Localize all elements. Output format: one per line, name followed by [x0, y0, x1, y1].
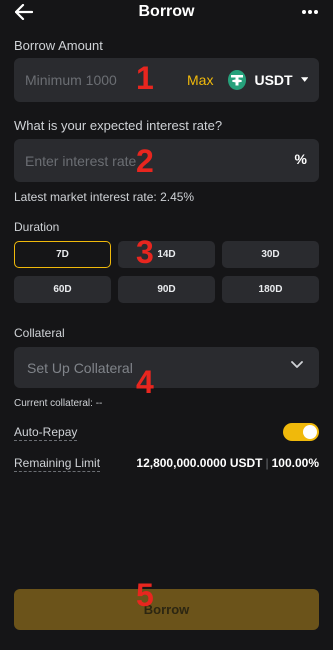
percent-unit: %	[294, 151, 307, 167]
caret-down-icon	[300, 77, 308, 82]
remaining-limit-label: Remaining Limit	[14, 456, 101, 472]
collateral-placeholder: Set Up Collateral	[27, 360, 133, 376]
auto-repay-toggle[interactable]	[283, 423, 319, 441]
interest-rate-input[interactable]	[25, 139, 185, 182]
duration-option-30d[interactable]: 30D	[222, 241, 319, 268]
auto-repay-label-text: Auto-Repay	[14, 425, 78, 441]
page-title: Borrow	[138, 3, 195, 20]
remaining-limit-label-text: Remaining Limit	[14, 456, 101, 472]
remaining-limit-value: 12,800,000.0000 USDT | 100.00%	[136, 456, 319, 470]
collateral-label: Collateral	[14, 326, 65, 340]
annotation-marker-3: 3	[136, 234, 154, 270]
coin-name: USDT	[254, 72, 293, 88]
duration-option-60d[interactable]: 60D	[14, 276, 111, 303]
annotation-marker-1: 1	[136, 60, 154, 96]
annotation-marker-5: 5	[136, 577, 154, 613]
header-bar: Borrow	[0, 0, 333, 26]
chevron-down-icon	[291, 361, 303, 368]
more-dots-icon	[302, 10, 318, 14]
remaining-limit-separator: |	[265, 456, 269, 470]
collateral-dropdown[interactable]: Set Up Collateral	[14, 347, 319, 388]
remaining-limit-percent: 100.00%	[271, 456, 319, 470]
auto-repay-label: Auto-Repay	[14, 425, 78, 441]
more-options-button[interactable]	[299, 2, 321, 22]
coin-selector[interactable]: USDT	[228, 67, 308, 93]
interest-question-label: What is your expected interest rate?	[14, 118, 223, 133]
duration-label: Duration	[14, 220, 60, 234]
annotation-marker-4: 4	[136, 364, 154, 400]
tether-icon	[228, 70, 247, 90]
duration-option-7d[interactable]: 7D	[14, 241, 111, 268]
duration-option-180d[interactable]: 180D	[222, 276, 319, 303]
interest-rate-field: %	[14, 139, 319, 182]
duration-option-14d[interactable]: 14D	[118, 241, 215, 268]
borrow-amount-label: Borrow Amount	[14, 38, 103, 53]
current-collateral-text: Current collateral: --	[14, 398, 103, 409]
duration-option-90d[interactable]: 90D	[118, 276, 215, 303]
toggle-knob	[303, 425, 317, 439]
max-button[interactable]: Max	[187, 72, 213, 88]
borrow-amount-input[interactable]	[25, 58, 185, 102]
remaining-limit-amount: 12,800,000.0000 USDT	[136, 456, 263, 470]
market-rate-text: Latest market interest rate: 2.45%	[14, 190, 195, 204]
annotation-marker-2: 2	[136, 143, 154, 179]
borrow-button[interactable]: Borrow	[14, 589, 319, 630]
borrow-amount-field: Max USDT	[14, 58, 319, 102]
